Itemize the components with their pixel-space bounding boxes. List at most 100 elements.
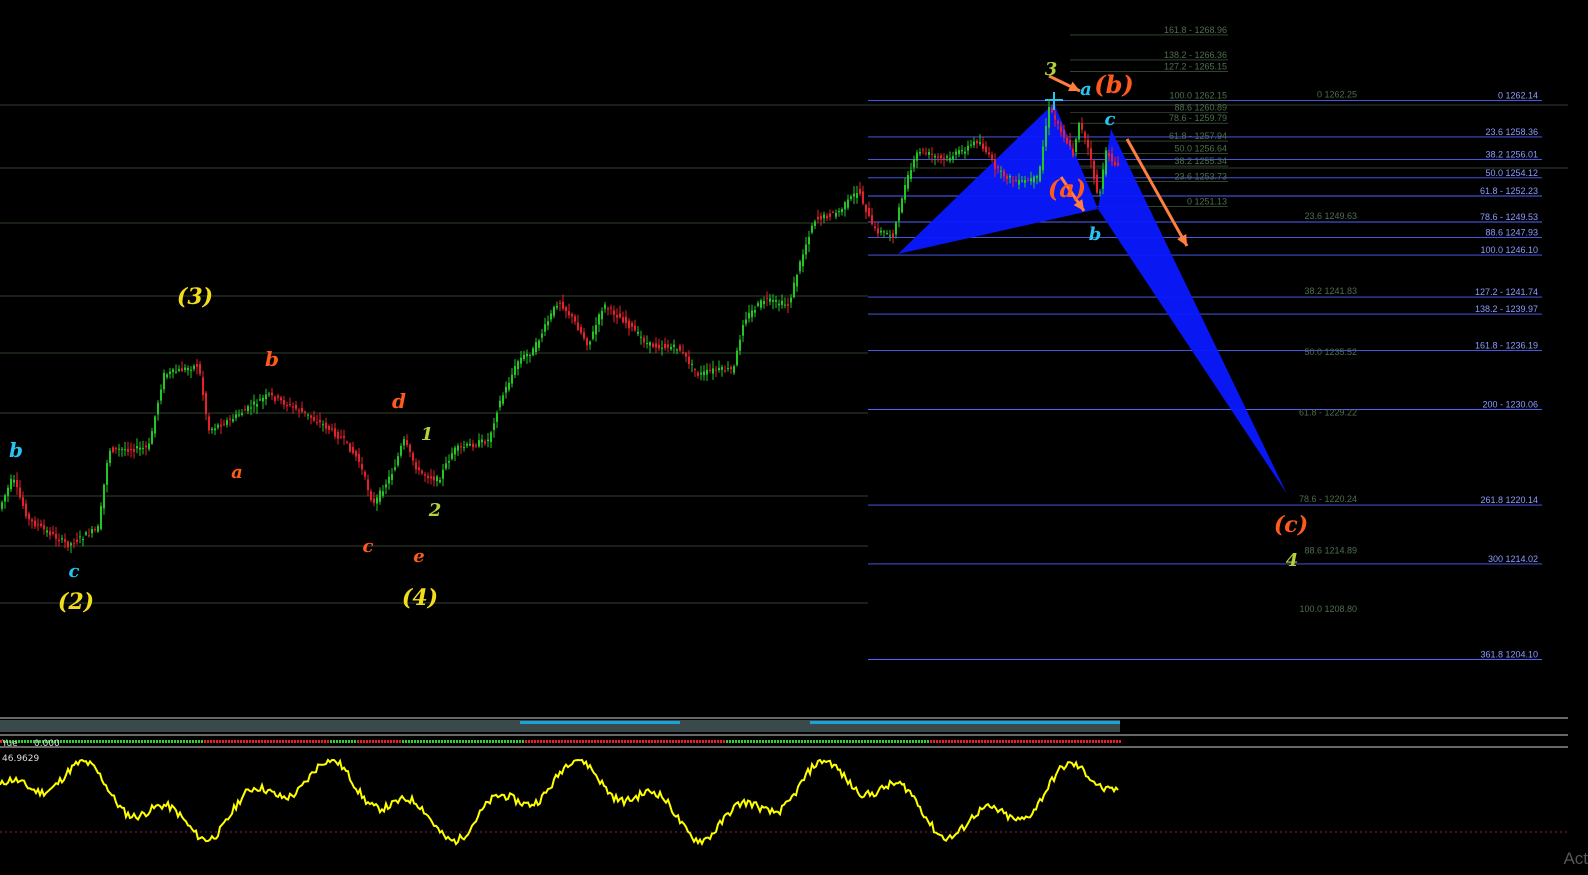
candle-body	[469, 443, 471, 446]
signal-dot	[1044, 740, 1046, 743]
signal-dot	[1053, 740, 1055, 743]
candle-body	[607, 308, 609, 310]
wave-label: a	[231, 462, 243, 483]
candle-body	[151, 431, 153, 444]
signal-dot	[870, 740, 872, 743]
candle-body	[865, 204, 867, 213]
candle-body	[127, 448, 129, 452]
signal-dot	[747, 740, 749, 743]
candle-body	[358, 453, 360, 462]
candle-body	[214, 428, 216, 431]
signal-dot	[1083, 740, 1085, 743]
candle-body	[1009, 175, 1011, 178]
signal-dot	[906, 740, 908, 743]
candle-body	[148, 443, 150, 450]
signal-dot	[285, 740, 287, 743]
signal-dot	[648, 740, 650, 743]
candle-body	[535, 342, 537, 353]
signal-dot	[1062, 740, 1064, 743]
candle-body	[799, 261, 801, 272]
candle-body	[256, 404, 258, 407]
signal-dot	[321, 740, 323, 743]
signal-dot	[477, 740, 479, 743]
candle-body	[415, 462, 417, 470]
fib-label: 0 1262.25	[1317, 90, 1357, 100]
candle-body	[670, 347, 672, 350]
signal-dot	[546, 740, 548, 743]
signal-dot	[882, 740, 884, 743]
wave-label: 3	[1045, 59, 1058, 80]
candle-body	[88, 535, 90, 537]
fib-label: 61.8 - 1252.23	[1480, 186, 1538, 196]
candle-body	[382, 491, 384, 496]
signal-dot	[720, 740, 722, 743]
signal-dot	[699, 740, 701, 743]
candle-body	[490, 432, 492, 442]
candle-body	[883, 231, 885, 233]
wave-label: (3)	[177, 284, 213, 310]
candle-body	[793, 282, 795, 298]
signal-dot	[567, 740, 569, 743]
candle-body	[436, 476, 438, 482]
candle-body	[229, 418, 231, 420]
signal-dot	[531, 740, 533, 743]
candle-body	[445, 463, 447, 469]
candle-body	[232, 418, 234, 422]
candle-body	[877, 228, 879, 234]
candle-body	[997, 166, 999, 169]
signal-dot	[171, 740, 173, 743]
fib-label: 100.0 1246.10	[1480, 245, 1538, 255]
candle-body	[331, 428, 333, 430]
fib-label: 78.6 - 1249.53	[1480, 212, 1538, 222]
candle-body	[880, 230, 882, 233]
candle-body	[760, 300, 762, 308]
candle-body	[619, 313, 621, 318]
candle-body	[373, 498, 375, 503]
candle-body	[208, 416, 210, 431]
signal-dot	[984, 740, 986, 743]
candle-body	[835, 212, 837, 217]
signal-dot	[537, 740, 539, 743]
signal-dot	[489, 740, 491, 743]
fib-label: 38.2 1255.34	[1174, 156, 1227, 166]
candle-body	[751, 310, 753, 318]
candle-body	[682, 351, 684, 353]
candle-body	[223, 423, 225, 425]
signal-dot	[975, 740, 977, 743]
candle-body	[271, 392, 273, 396]
candle-body	[190, 369, 192, 371]
signal-dot	[1005, 740, 1007, 743]
wave-label: b	[265, 347, 279, 371]
fib-label: 50.0 1235.52	[1304, 347, 1357, 357]
price-chart[interactable]: 0 1262.14 23.6 1258.36 38.2 1256.01 50.0 12…	[0, 0, 1588, 875]
candle-body	[172, 369, 174, 373]
candle-body	[901, 198, 903, 213]
candle-body	[1075, 139, 1077, 153]
candle-body	[193, 365, 195, 369]
signal-dot	[828, 740, 830, 743]
signal-dot	[525, 740, 527, 743]
signal-dot	[21, 740, 23, 743]
candle-body	[808, 237, 810, 245]
signal-dot	[1104, 740, 1106, 743]
signal-dot	[954, 740, 956, 743]
signal-dot	[471, 740, 473, 743]
signal-dot	[312, 740, 314, 743]
candle-body	[76, 539, 78, 542]
signal-dot	[258, 740, 260, 743]
signal-dot	[423, 740, 425, 743]
candle-body	[604, 304, 606, 309]
fib-label: 0 1262.14	[1498, 91, 1538, 101]
signal-dot	[324, 740, 326, 743]
candle-body	[67, 541, 69, 548]
signal-dot	[198, 740, 200, 743]
candle-body	[841, 209, 843, 213]
signal-dot	[411, 740, 413, 743]
signal-dot	[1092, 740, 1094, 743]
candle-body	[379, 490, 381, 502]
signal-dot	[732, 740, 734, 743]
candle-body	[661, 347, 663, 349]
fib-label: 361.8 1204.10	[1480, 650, 1538, 660]
signal-dot	[717, 740, 719, 743]
signal-dot	[612, 740, 614, 743]
